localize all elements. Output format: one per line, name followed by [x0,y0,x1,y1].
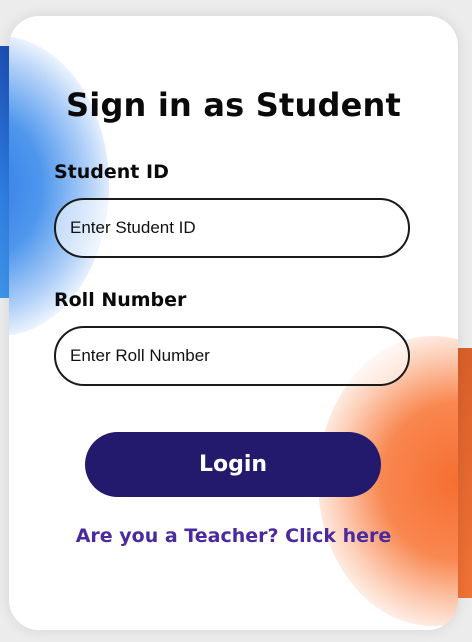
roll-number-input[interactable] [54,326,410,386]
teacher-signin-link[interactable]: Are you a Teacher? Click here [9,525,458,547]
login-form: Sign in as Student Student ID Roll Numbe… [9,16,458,630]
login-card: Sign in as Student Student ID Roll Numbe… [9,16,458,630]
page-title: Sign in as Student [66,86,401,124]
student-id-label: Student ID [54,161,169,183]
login-button[interactable]: Login [85,432,381,497]
roll-number-label: Roll Number [54,289,187,311]
student-id-input[interactable] [54,198,410,258]
